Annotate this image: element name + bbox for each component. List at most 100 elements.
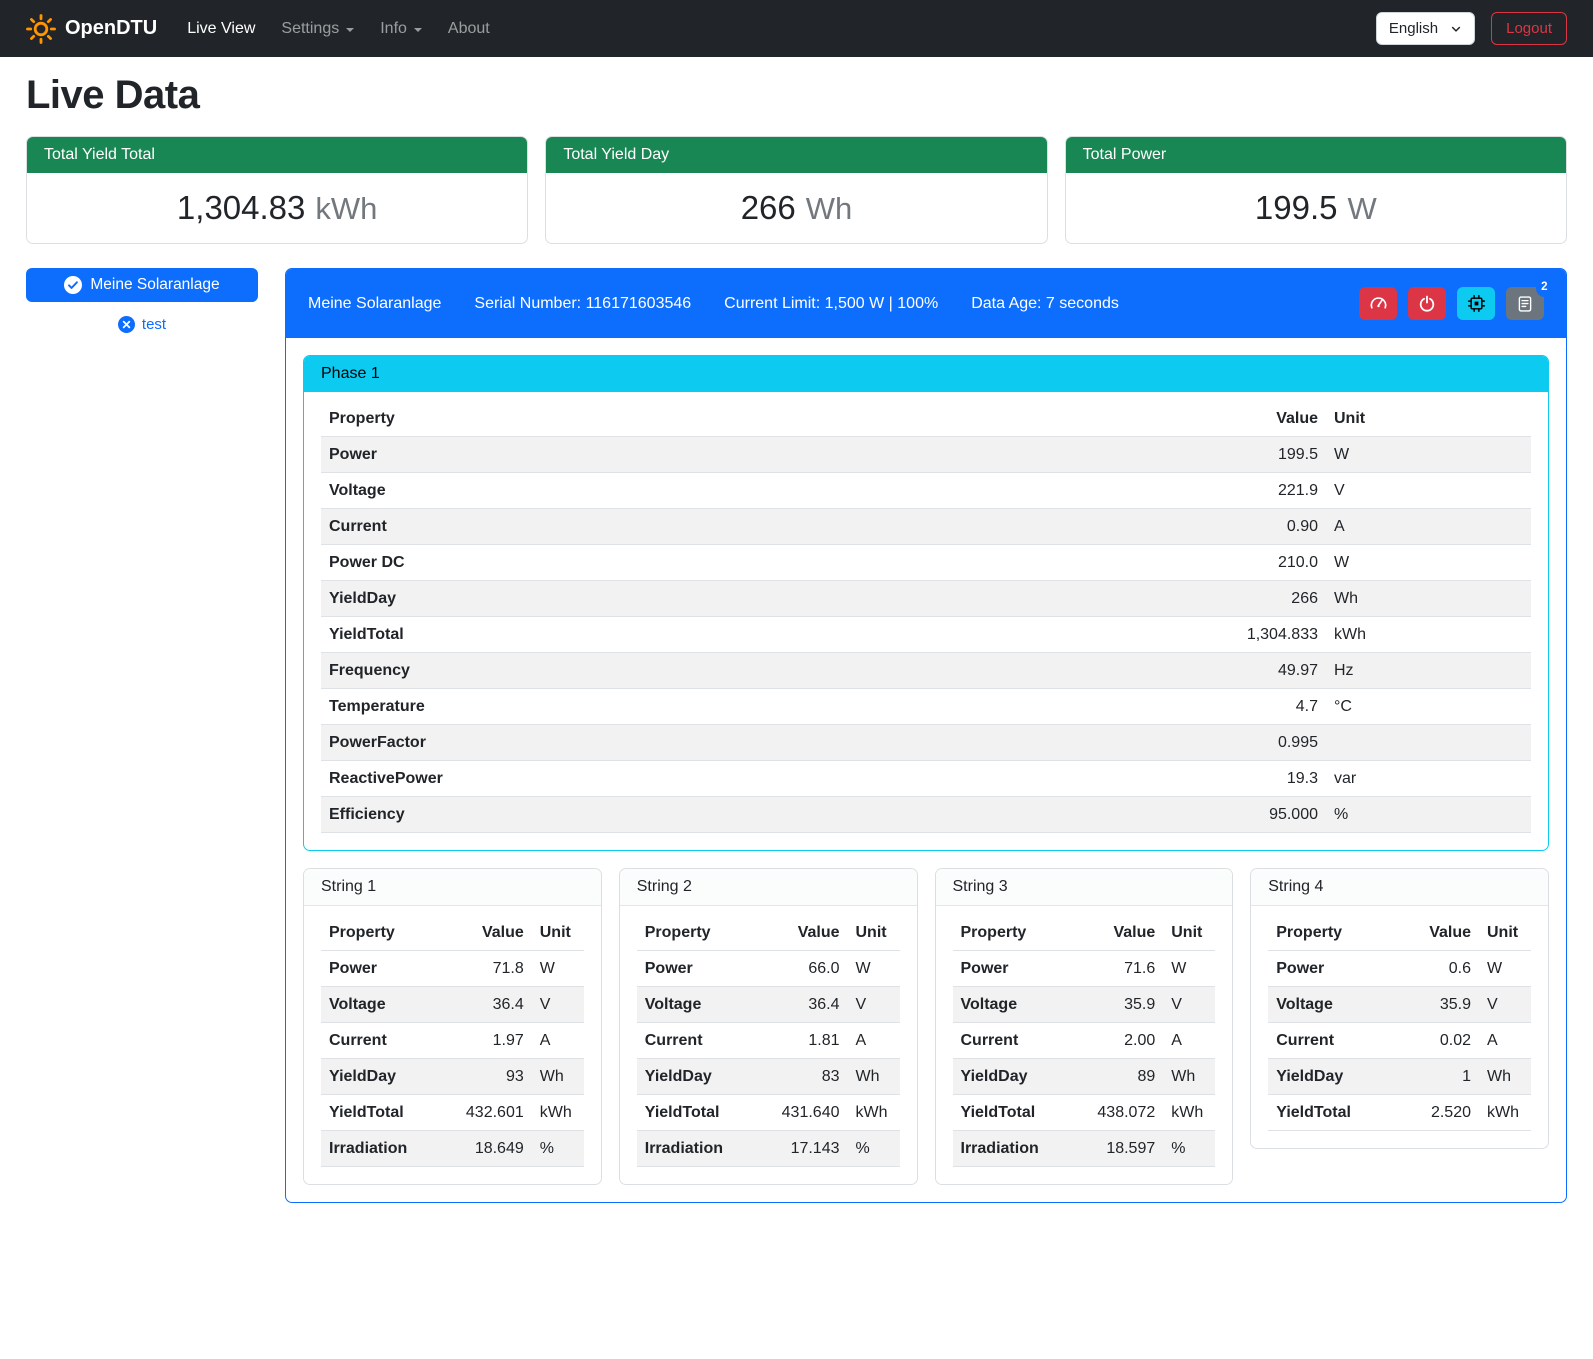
power-button[interactable]: [1408, 287, 1446, 320]
power-icon: [1418, 295, 1436, 313]
chevron-down-icon: [414, 28, 422, 32]
property-value: 18.649: [454, 1131, 532, 1167]
property-value: 0.02: [1401, 1023, 1479, 1059]
language-select[interactable]: English: [1376, 12, 1475, 45]
property-unit: A: [532, 1023, 584, 1059]
property-value: 93: [454, 1059, 532, 1095]
property-unit: W: [1163, 951, 1215, 987]
string-body: Property Value Unit Power0.6W Voltage35.…: [1251, 906, 1548, 1148]
nav-item-info[interactable]: Info: [368, 12, 434, 46]
property-unit: Wh: [532, 1059, 584, 1095]
nav-item-info-label: Info: [380, 20, 407, 38]
property-value: 36.4: [770, 987, 848, 1023]
table-row: Temperature4.7°C: [321, 689, 1531, 725]
brand[interactable]: OpenDTU: [26, 14, 157, 44]
table-row: Power199.5W: [321, 437, 1531, 473]
x-circle-icon: [118, 316, 135, 333]
cpu-icon: [1467, 294, 1486, 313]
device-info-button[interactable]: [1457, 287, 1495, 320]
nav-item-live-view-label: Live View: [187, 20, 255, 38]
nav-item-settings[interactable]: Settings: [269, 12, 366, 46]
property-label: YieldTotal: [1268, 1095, 1401, 1131]
col-header-unit: Unit: [848, 915, 900, 951]
col-header-value: Value: [454, 915, 532, 951]
property-unit: Wh: [848, 1059, 900, 1095]
property-unit: °C: [1326, 689, 1531, 725]
sun-logo-icon: [26, 14, 56, 44]
property-value: 71.6: [1085, 951, 1163, 987]
table-row: YieldTotal432.601kWh: [321, 1095, 584, 1131]
inverter-name: Meine Solaranlage: [308, 295, 441, 313]
limit-settings-button[interactable]: [1359, 287, 1397, 320]
table-row: ReactivePower19.3var: [321, 761, 1531, 797]
property-unit: %: [1326, 797, 1531, 833]
phase-card: Phase 1 Property Value Unit Power199.5W …: [303, 355, 1549, 851]
table-header-row: Property Value Unit: [321, 915, 584, 951]
table-row: Power DC210.0W: [321, 545, 1531, 581]
property-value: 49.97: [1196, 653, 1326, 689]
col-header-property: Property: [321, 401, 1196, 437]
property-label: PowerFactor: [321, 725, 1196, 761]
property-label: Voltage: [637, 987, 770, 1023]
nav-item-about[interactable]: About: [436, 12, 502, 46]
property-unit: V: [1163, 987, 1215, 1023]
property-unit: V: [1326, 473, 1531, 509]
navbar-right: English Logout: [1376, 12, 1567, 45]
table-row: PowerFactor0.995: [321, 725, 1531, 761]
property-unit: Hz: [1326, 653, 1531, 689]
inverter-select-button[interactable]: Meine Solaranlage: [26, 268, 258, 302]
strings-row: String 1 Property Value Unit Power71: [303, 868, 1549, 1185]
nav-item-settings-label: Settings: [281, 20, 339, 38]
table-row: YieldDay266Wh: [321, 581, 1531, 617]
table-row: Voltage36.4V: [637, 987, 900, 1023]
property-value: 221.9: [1196, 473, 1326, 509]
property-unit: [1326, 725, 1531, 761]
property-unit: W: [1326, 437, 1531, 473]
property-value: 266: [1196, 581, 1326, 617]
property-unit: W: [1326, 545, 1531, 581]
property-value: 432.601: [454, 1095, 532, 1131]
string-card-2: String 2 Property Value Unit Power66: [619, 868, 918, 1185]
property-label: YieldTotal: [321, 617, 1196, 653]
string-body: Property Value Unit Power71.8W Voltage36…: [304, 906, 601, 1184]
string-table: Property Value Unit Power71.8W Voltage36…: [321, 915, 584, 1167]
summary-card-header: Total Yield Day: [546, 137, 1046, 173]
property-label: Current: [321, 1023, 454, 1059]
property-label: Power: [321, 437, 1196, 473]
col-header-property: Property: [1268, 915, 1401, 951]
inverter-item-test[interactable]: test: [26, 316, 258, 333]
summary-card-total-power: Total Power 199.5W: [1065, 136, 1567, 244]
string-title: String 3: [936, 869, 1233, 906]
property-label: Power: [321, 951, 454, 987]
event-log-button[interactable]: 2: [1506, 287, 1544, 320]
property-unit: V: [532, 987, 584, 1023]
string-body: Property Value Unit Power66.0W Voltage36…: [620, 906, 917, 1184]
string-title: String 1: [304, 869, 601, 906]
summary-unit: W: [1347, 191, 1376, 226]
data-age: Data Age: 7 seconds: [971, 295, 1119, 313]
logout-button[interactable]: Logout: [1491, 12, 1567, 45]
property-label: Power: [637, 951, 770, 987]
summary-card-body: 1,304.83kWh: [27, 173, 527, 243]
property-value: 199.5: [1196, 437, 1326, 473]
table-row: YieldTotal2.520kWh: [1268, 1095, 1531, 1131]
chevron-down-icon: [346, 28, 354, 32]
property-value: 89: [1085, 1059, 1163, 1095]
table-row: YieldDay1Wh: [1268, 1059, 1531, 1095]
property-label: Irradiation: [953, 1131, 1086, 1167]
property-value: 4.7: [1196, 689, 1326, 725]
property-unit: %: [848, 1131, 900, 1167]
property-label: YieldDay: [1268, 1059, 1401, 1095]
table-row: Current0.90A: [321, 509, 1531, 545]
table-row: Irradiation18.649%: [321, 1131, 584, 1167]
property-label: Power DC: [321, 545, 1196, 581]
property-unit: A: [1163, 1023, 1215, 1059]
property-unit: Wh: [1326, 581, 1531, 617]
summary-card-body: 199.5W: [1066, 173, 1566, 243]
table-header-row: Property Value Unit: [1268, 915, 1531, 951]
property-unit: W: [532, 951, 584, 987]
col-header-property: Property: [321, 915, 454, 951]
table-row: YieldDay89Wh: [953, 1059, 1216, 1095]
nav-item-live-view[interactable]: Live View: [175, 12, 267, 46]
property-label: Frequency: [321, 653, 1196, 689]
